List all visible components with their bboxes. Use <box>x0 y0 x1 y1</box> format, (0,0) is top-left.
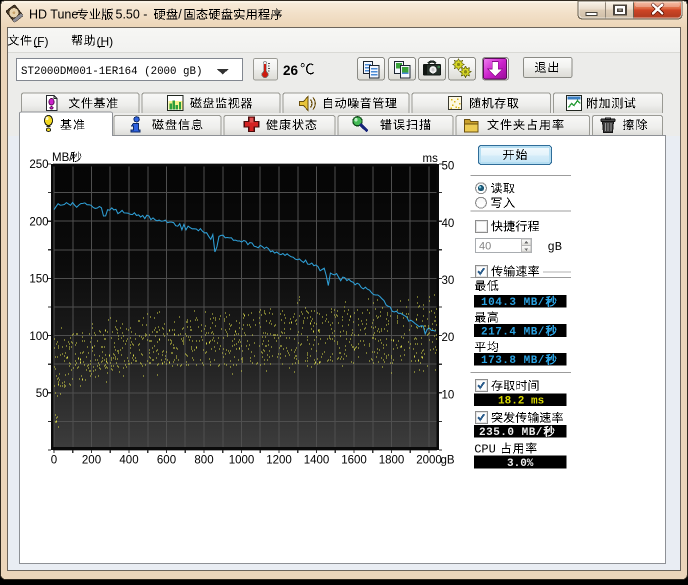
svg-text:1800: 1800 <box>379 455 405 467</box>
svg-text:50: 50 <box>442 161 455 173</box>
svg-text:173.8 MB/: 173.8 MB/ <box>481 355 545 367</box>
svg-text:100: 100 <box>29 331 48 343</box>
svg-text:/: / <box>178 8 182 22</box>
svg-text:10: 10 <box>442 389 455 401</box>
svg-text:40: 40 <box>479 240 491 252</box>
svg-text:150: 150 <box>29 274 48 286</box>
svg-text:800: 800 <box>194 455 213 467</box>
svg-text:3.0%: 3.0% <box>507 458 534 470</box>
svg-text:50: 50 <box>36 388 49 400</box>
svg-text:40: 40 <box>442 218 455 230</box>
svg-text:250: 250 <box>29 159 48 171</box>
svg-text:217.4 MB/: 217.4 MB/ <box>481 326 545 338</box>
svg-text:20: 20 <box>442 332 455 344</box>
svg-text:200: 200 <box>82 455 101 467</box>
svg-text:gB: gB <box>548 240 562 254</box>
svg-text:104.3 MB/: 104.3 MB/ <box>481 297 545 309</box>
svg-text:HD Tune: HD Tune <box>29 8 78 22</box>
svg-text:CPU: CPU <box>474 442 496 456</box>
svg-text:1600: 1600 <box>341 455 367 467</box>
svg-text:ms: ms <box>423 153 439 165</box>
svg-text:600: 600 <box>157 455 176 467</box>
svg-text:5.50 -: 5.50 - <box>116 8 148 22</box>
svg-text:26: 26 <box>283 63 299 78</box>
svg-text:400: 400 <box>119 455 138 467</box>
svg-text:18.2 ms: 18.2 ms <box>498 396 544 408</box>
svg-text:1200: 1200 <box>266 455 292 467</box>
svg-text:MB/: MB/ <box>52 152 73 164</box>
svg-text:1400: 1400 <box>304 455 330 467</box>
svg-text:1000: 1000 <box>229 455 255 467</box>
svg-text:2000: 2000 <box>416 455 442 467</box>
svg-text:0: 0 <box>51 455 57 467</box>
svg-text:ST2000DM001-1ER164 (2000 gB): ST2000DM001-1ER164 (2000 gB) <box>21 66 202 78</box>
svg-text:235.0 MB/: 235.0 MB/ <box>479 427 543 439</box>
svg-text:200: 200 <box>29 216 48 228</box>
svg-text:30: 30 <box>442 275 455 287</box>
svg-text:gB: gB <box>441 455 455 467</box>
